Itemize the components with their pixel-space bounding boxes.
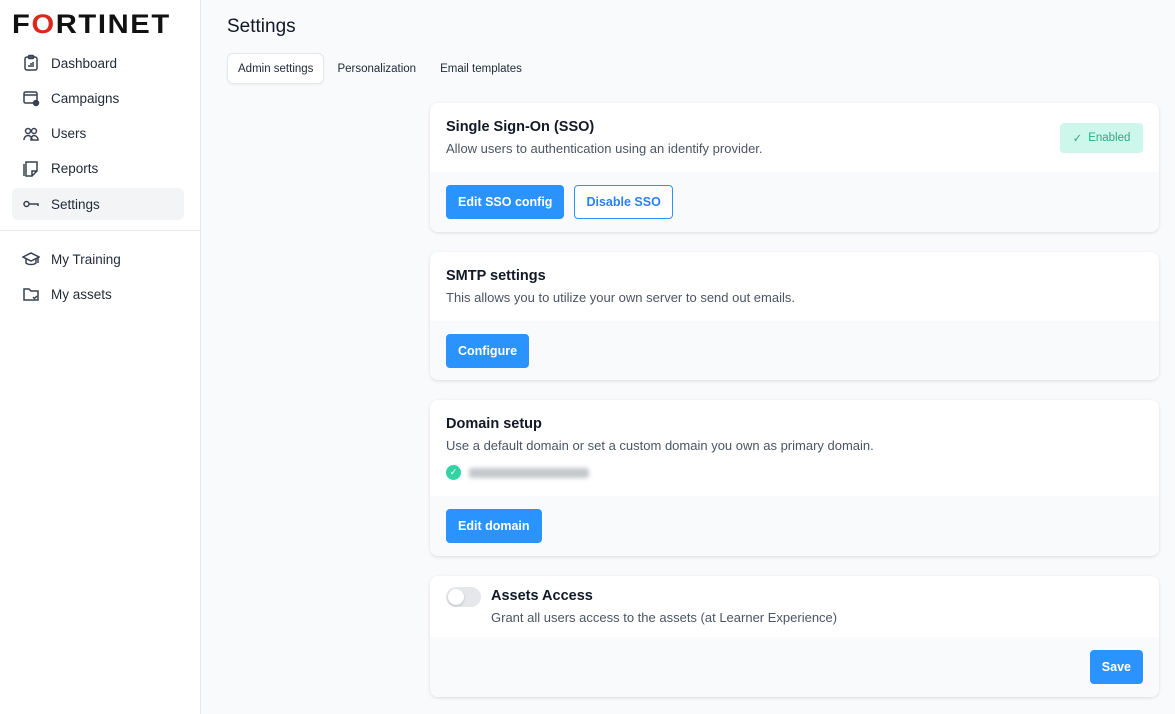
sidebar-item-campaigns[interactable]: Campaigns (12, 82, 184, 114)
smtp-card: SMTP settings This allows you to utilize… (430, 252, 1159, 380)
sidebar-item-label: Reports (51, 161, 99, 177)
status-text: Enabled (1088, 132, 1131, 144)
users-icon (23, 127, 39, 141)
clipboard-chart-icon (24, 54, 38, 71)
assets-access-toggle[interactable] (446, 587, 481, 607)
sidebar-item-my-training[interactable]: My Training (12, 243, 184, 275)
sidebar-item-settings[interactable]: Settings (12, 188, 184, 221)
sso-description: Allow users to authentication using an i… (446, 141, 763, 156)
sidebar-item-label: Users (51, 126, 87, 142)
sidebar-item-label: Campaigns (51, 90, 120, 106)
secondary-nav: My Training My assets (12, 243, 184, 314)
note-icon (23, 161, 38, 177)
sidebar-item-label: My assets (51, 286, 112, 302)
check-icon: ✓ (1072, 133, 1083, 145)
smtp-title: SMTP settings (446, 268, 546, 284)
sidebar-item-my-assets[interactable]: My assets (12, 278, 184, 310)
sidebar-item-users[interactable]: Users (12, 118, 184, 150)
domain-card: Domain setup Use a default domain or set… (430, 400, 1159, 556)
assets-access-card: Assets Access Grant all users access to … (430, 576, 1159, 697)
domain-description: Use a default domain or set a custom dom… (446, 438, 874, 453)
domain-entry: ✓ (446, 465, 1143, 480)
verified-check-icon: ✓ (446, 465, 461, 480)
sidebar-divider (0, 230, 200, 231)
tab-email-templates[interactable]: Email templates (429, 53, 533, 84)
configure-smtp-button[interactable]: Configure (446, 333, 530, 368)
sidebar-item-label: Dashboard (51, 55, 118, 71)
tab-admin-settings[interactable]: Admin settings (227, 53, 325, 84)
settings-tabs: Admin settings Personalization Email tem… (227, 53, 533, 84)
sso-status-badge: ✓ Enabled (1060, 123, 1143, 153)
key-icon (23, 200, 39, 208)
graduation-cap-icon (22, 252, 40, 266)
edit-sso-config-button[interactable]: Edit SSO config (446, 185, 565, 219)
disable-sso-button[interactable]: Disable SSO (574, 185, 673, 219)
sso-title: Single Sign-On (SSO) (446, 119, 595, 135)
sidebar-item-label: My Training (51, 251, 121, 267)
assets-access-description: Grant all users access to the assets (at… (491, 610, 838, 625)
sso-card: Single Sign-On (SSO) Allow users to auth… (430, 103, 1159, 232)
domain-title: Domain setup (446, 416, 542, 432)
assets-access-title: Assets Access (491, 588, 593, 604)
save-button[interactable]: Save (1089, 650, 1143, 684)
sidebar-item-reports[interactable]: Reports (12, 153, 184, 185)
main-nav: Dashboard Campaigns Users Reports Settin… (12, 47, 184, 223)
sidebar-item-label: Settings (51, 196, 100, 212)
fortinet-logo[interactable]: FORTINET (12, 9, 171, 39)
tab-personalization[interactable]: Personalization (326, 53, 427, 84)
folder-check-icon (23, 288, 39, 302)
sidebar-item-dashboard[interactable]: Dashboard (12, 47, 184, 79)
blurred-domain-name (469, 467, 589, 478)
campaign-window-icon (23, 91, 40, 107)
smtp-description: This allows you to utilize your own serv… (446, 290, 795, 305)
edit-domain-button[interactable]: Edit domain (446, 509, 542, 543)
sidebar: FORTINET Dashboard Campaigns Users Repor… (0, 0, 201, 714)
page-title: Settings (227, 16, 296, 37)
